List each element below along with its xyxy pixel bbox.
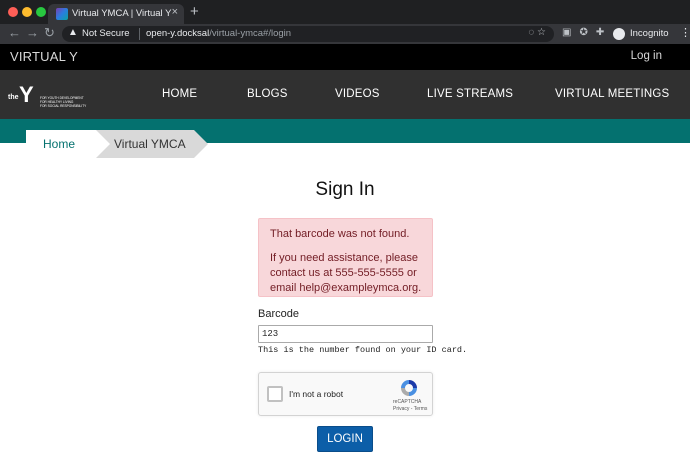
browser-menu-icon[interactable]: ⋮ — [680, 26, 690, 39]
bookmark-star-icon[interactable]: ◌ ☆ — [528, 27, 546, 38]
address-divider — [139, 28, 140, 40]
url-text: open-y.docksal/virtual-ymca#/login — [146, 28, 292, 39]
logo-tagline: FOR YOUTH DEVELOPMENT FOR HEALTHY LIVING… — [40, 96, 87, 108]
nav-item-home[interactable]: HOME — [162, 88, 197, 100]
main-navigation: the Y FOR YOUTH DEVELOPMENT FOR HEALTHY … — [0, 70, 690, 119]
nav-item-virtual-meetings[interactable]: VIRTUAL MEETINGS — [555, 88, 669, 100]
recaptcha-links[interactable]: Privacy - Terms — [393, 406, 427, 412]
error-alert: That barcode was not found. If you need … — [258, 218, 433, 297]
forward-icon[interactable]: → — [26, 25, 39, 40]
incognito-icon — [613, 28, 625, 40]
barcode-label: Barcode — [258, 308, 299, 320]
alert-title: That barcode was not found. — [270, 228, 410, 240]
ymca-favicon-icon — [56, 8, 68, 20]
site-brand[interactable]: VIRTUAL Y — [10, 49, 78, 64]
recaptcha-brand: reCAPTCHA — [393, 399, 422, 405]
site-top-bar: VIRTUAL Y Log in — [0, 44, 690, 70]
address-bar[interactable]: ▲ Not Secure open-y.docksal/virtual-ymca… — [62, 26, 554, 42]
new-tab-button[interactable]: + — [190, 3, 199, 20]
nav-item-videos[interactable]: VIDEOS — [335, 88, 380, 100]
browser-tab-bar: Virtual YMCA | Virtual Y × + — [0, 0, 690, 24]
recaptcha-logo-icon — [401, 380, 417, 396]
reload-icon[interactable]: ↻ — [44, 25, 55, 41]
security-label: Not Secure — [82, 28, 130, 39]
browser-tab[interactable]: Virtual YMCA | Virtual Y × — [48, 4, 184, 24]
recaptcha-checkbox[interactable] — [267, 386, 283, 402]
nav-item-live-streams[interactable]: LIVE STREAMS — [427, 88, 513, 100]
profile-label[interactable]: Incognito — [630, 28, 669, 39]
nav-item-blogs[interactable]: BLOGS — [247, 88, 288, 100]
browser-toolbar: ← → ↻ ▲ Not Secure open-y.docksal/virtua… — [0, 24, 690, 44]
maximize-window-button[interactable] — [36, 7, 46, 17]
breadcrumb-separator — [96, 130, 110, 158]
back-icon[interactable]: ← — [8, 25, 21, 40]
extensions-icons[interactable]: ▣✪✚ — [562, 27, 612, 38]
tab-close-icon[interactable]: × — [172, 6, 178, 18]
alert-body: If you need assistance, please contact u… — [270, 252, 422, 294]
ymca-logo[interactable]: the Y FOR YOUTH DEVELOPMENT FOR HEALTHY … — [8, 82, 87, 110]
breadcrumb-current-label: Virtual YMCA — [114, 137, 186, 151]
barcode-input[interactable] — [258, 325, 433, 343]
recaptcha-widget: I'm not a robot reCAPTCHA Privacy - Term… — [258, 372, 433, 416]
login-link[interactable]: Log in — [631, 50, 662, 62]
recaptcha-label: I'm not a robot — [289, 389, 344, 399]
tab-title: Virtual YMCA | Virtual Y — [72, 8, 172, 19]
page-title: Sign In — [315, 179, 375, 200]
barcode-help-text: This is the number found on your ID card… — [258, 345, 468, 355]
logo-y: Y — [19, 82, 34, 107]
logo-the: the — [8, 94, 19, 101]
breadcrumb-end-arrow — [194, 130, 208, 158]
login-button[interactable]: LOGIN — [317, 426, 373, 452]
minimize-window-button[interactable] — [22, 7, 32, 17]
breadcrumb-current: Virtual YMCA — [96, 130, 194, 158]
breadcrumb-home-label[interactable]: Home — [43, 137, 75, 151]
warning-icon: ▲ — [68, 27, 78, 38]
close-window-button[interactable] — [8, 7, 18, 17]
breadcrumb-home[interactable]: Home — [26, 130, 96, 158]
